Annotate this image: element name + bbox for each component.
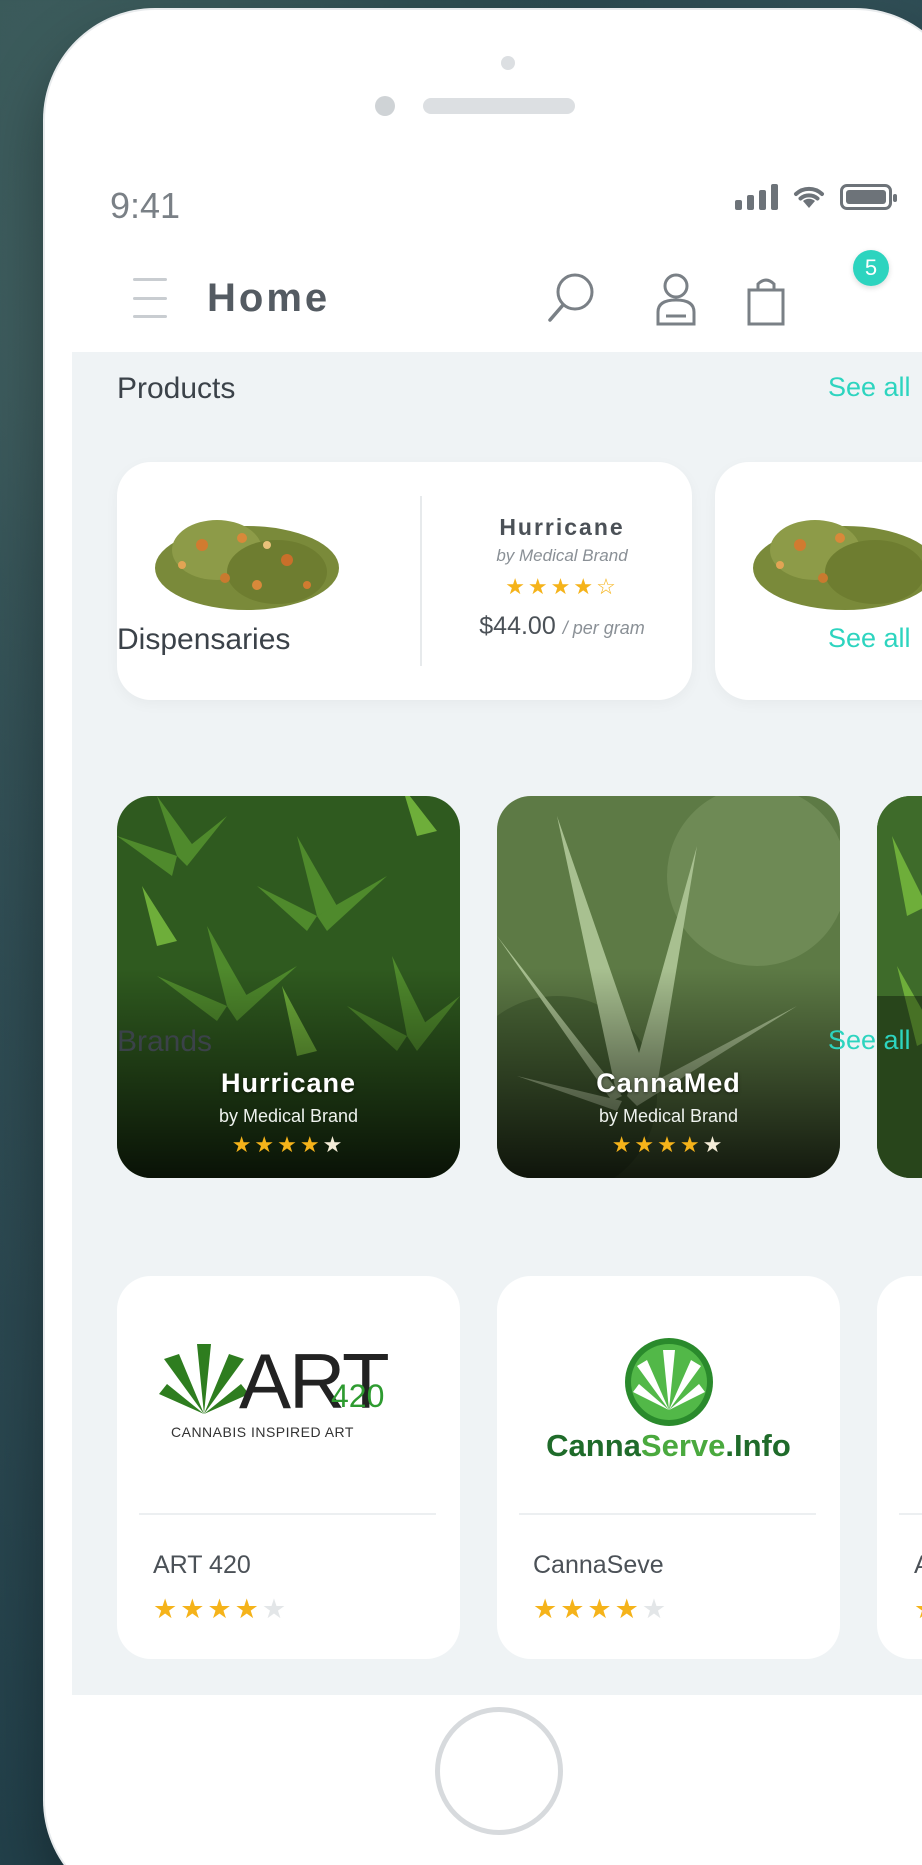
cart-icon[interactable] — [741, 268, 797, 328]
cannaserve-logo: CannaServe.Info — [497, 1336, 840, 1466]
products-see-all-link[interactable]: See all — [828, 372, 911, 403]
brand-name: A — [914, 1551, 922, 1580]
user-icon[interactable] — [648, 268, 704, 328]
signal-icon — [735, 184, 778, 210]
dispensaries-see-all-link[interactable]: See all — [828, 623, 911, 654]
battery-icon — [840, 184, 897, 210]
brands-see-all-link[interactable]: See all — [828, 1025, 911, 1056]
brand-rating-stars: ★★★★★ — [153, 1594, 290, 1624]
dispensary-rating-stars: ★★★★★ — [231, 1132, 346, 1157]
brands-title: Brands — [117, 1025, 213, 1058]
product-card[interactable]: Hurricane by Medical Brand ★★★★☆ $44.00 … — [117, 462, 692, 700]
logo-text: CannaServe.Info — [497, 1428, 840, 1464]
cart-count-badge: 5 — [853, 250, 889, 286]
app-header: Home — [45, 250, 922, 360]
status-icons — [735, 182, 897, 210]
menu-icon[interactable] — [133, 278, 167, 318]
logo-part-info: .Info — [725, 1428, 791, 1463]
sensor — [375, 96, 395, 116]
price-unit: / per gram — [562, 618, 645, 638]
dispensary-card[interactable]: Hurricane by Medical Brand ★★★★★ — [117, 796, 460, 1178]
product-price: $44.00 / per gram — [432, 612, 692, 641]
brand-card[interactable]: ART 420 CANNABIS INSPIRED ART ART 420 ★★… — [117, 1276, 460, 1659]
cannabis-bud-image — [155, 520, 339, 610]
dispensaries-title: Dispensaries — [117, 623, 291, 656]
brand-rating-stars: ★ — [914, 1594, 922, 1625]
speaker — [423, 98, 575, 114]
cannabis-leaves-image — [877, 796, 922, 1178]
front-camera — [501, 56, 515, 70]
product-name: Hurricane — [499, 514, 625, 540]
brand-name: ART 420 — [153, 1551, 251, 1579]
price-value: $44.00 — [479, 612, 556, 640]
brand-card[interactable]: CannaServe.Info CannaSeve ★★★★★ — [497, 1276, 840, 1659]
product-brand: by Medical Brand — [496, 546, 628, 565]
card-divider — [899, 1513, 922, 1515]
art420-logo: ART 420 CANNABIS INSPIRED ART — [159, 1337, 419, 1454]
search-icon[interactable] — [543, 268, 599, 328]
page-title: Home — [207, 276, 331, 320]
dispensary-rating-stars: ★★★★★ — [611, 1132, 726, 1157]
phone-frame: 9:41 Home 5 Products See all Hurricane b… — [45, 10, 922, 1865]
products-title: Products — [117, 372, 236, 405]
logo-part-serve: Serve — [640, 1428, 726, 1463]
brand-rating-stars: ★★★★★ — [533, 1594, 670, 1624]
main-content: Products See all Hurricane by Medical Br… — [72, 352, 922, 1695]
dispensary-brand: by Medical Brand — [598, 1106, 739, 1126]
cannabis-bud-image — [753, 520, 922, 610]
card-divider — [420, 496, 422, 666]
logo-part-canna: Canna — [546, 1428, 641, 1463]
home-button[interactable] — [435, 1707, 563, 1835]
product-card[interactable] — [715, 462, 922, 700]
card-divider — [139, 1513, 436, 1515]
card-divider — [519, 1513, 816, 1515]
dispensary-brand: by Medical Brand — [218, 1106, 359, 1126]
brand-card[interactable]: A ★ — [877, 1276, 922, 1659]
logo-tagline: CANNABIS INSPIRED ART — [171, 1424, 354, 1440]
brand-name: CannaSeve — [533, 1551, 664, 1579]
wifi-icon — [794, 186, 824, 208]
product-rating-stars: ★★★★☆ — [505, 574, 619, 599]
dispensary-card[interactable] — [877, 796, 922, 1178]
leaf-icon — [159, 1344, 249, 1414]
status-time: 9:41 — [110, 185, 181, 226]
leaf-badge-icon — [625, 1338, 713, 1426]
logo-420-text: 420 — [331, 1378, 385, 1414]
dispensary-name: Hurricane — [220, 1068, 357, 1098]
dispensary-card[interactable]: CannaMed by Medical Brand ★★★★★ — [497, 796, 840, 1178]
dispensary-name: CannaMed — [596, 1068, 741, 1098]
